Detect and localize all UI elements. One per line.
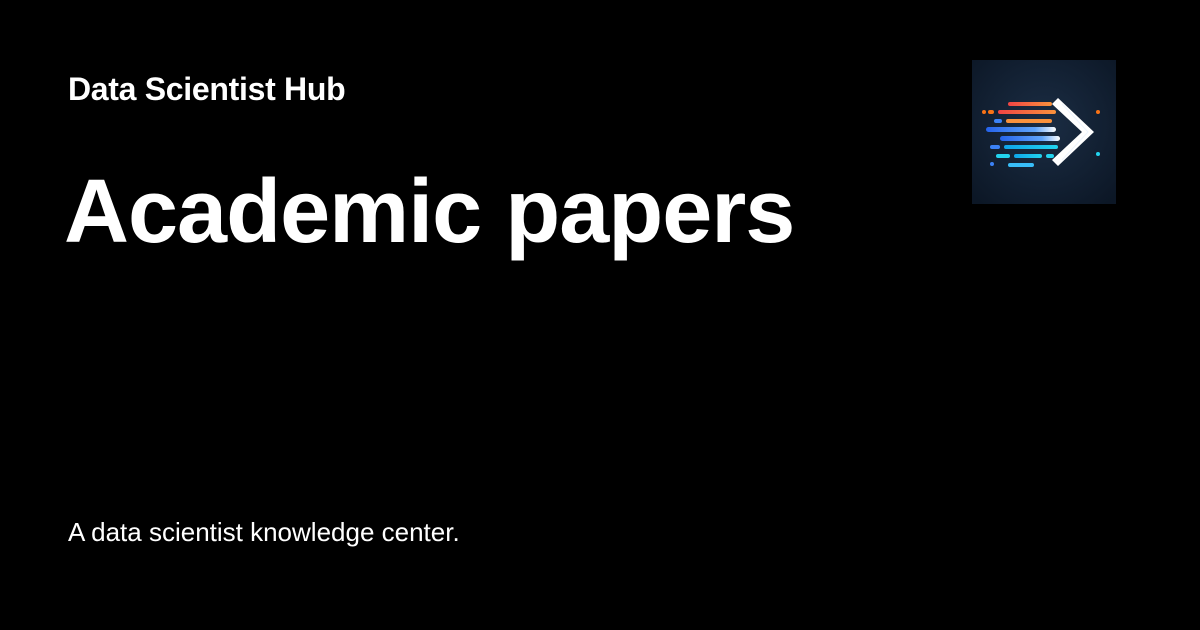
site-name: Data Scientist Hub <box>68 71 346 107</box>
logo <box>972 60 1116 204</box>
tagline: A data scientist knowledge center. <box>68 517 460 547</box>
page-title: Academic papers <box>64 162 795 262</box>
forward-arrow-speed-lines-icon <box>972 60 1116 204</box>
og-card: Data Scientist Hub Academic papers A dat… <box>0 0 1200 630</box>
